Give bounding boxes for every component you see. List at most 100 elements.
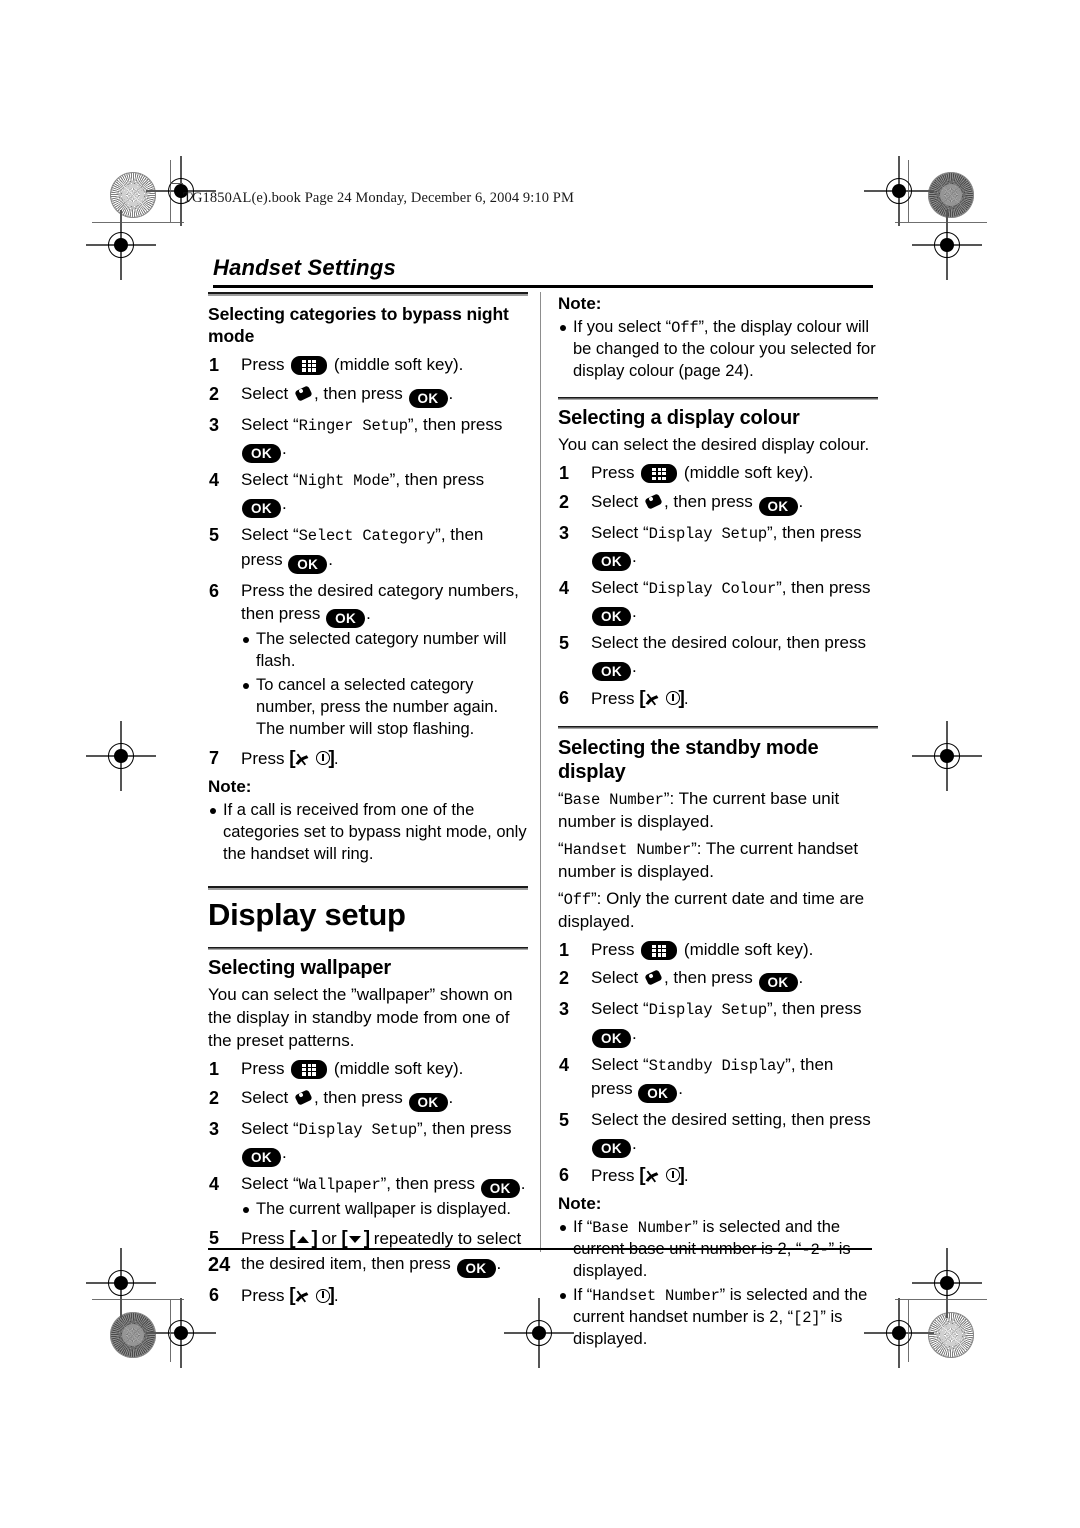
- registration-mark-left-upper: [86, 210, 156, 280]
- middle-soft-key-icon: [641, 464, 678, 484]
- step-item: 3 Select “Ringer Setup”, then press OK.: [208, 413, 528, 463]
- step-text: Press: [591, 1165, 640, 1185]
- step-item: 6 Press [].: [209, 1285, 339, 1307]
- step-text: Select “: [241, 1118, 299, 1138]
- step-text: Press the desired category numbers, then…: [241, 580, 519, 624]
- bullet-item: The current wallpaper is displayed.: [241, 1199, 528, 1221]
- step-text: Press: [591, 688, 640, 708]
- step-text-tail: .: [632, 1133, 637, 1153]
- step-text-tail: .: [678, 1079, 684, 1099]
- menu-item-name: Off: [671, 319, 699, 337]
- step-item: 1 Press (middle soft key).: [558, 461, 878, 484]
- step-text-mid: , then press: [663, 491, 758, 511]
- footer-rule: [208, 1248, 872, 1251]
- ok-key-icon: OK: [326, 609, 366, 629]
- section-heading-standby-display: Selecting the standby mode display: [558, 737, 819, 784]
- step-text: Press: [241, 1059, 290, 1079]
- note-list: If a call is received from one of the ca…: [208, 800, 528, 866]
- handset-settings-icon: [294, 384, 313, 402]
- ok-key-icon: OK: [592, 607, 631, 627]
- note-label: Note:: [558, 294, 602, 313]
- step-text-tail: (middle soft key).: [679, 940, 814, 960]
- registration-mark-bottom-left: [146, 1298, 216, 1368]
- note-item: If “Handset Number” is selected and the …: [558, 1285, 878, 1351]
- file-header-text: TG1850AL(e).book Page 24 Monday, Decembe…: [183, 190, 574, 206]
- step-text: Select “: [591, 577, 649, 597]
- ok-key-icon: OK: [480, 1178, 520, 1198]
- step-text: Select “: [241, 1173, 299, 1193]
- menu-item-name: Display Colour: [648, 579, 777, 598]
- step-text-mid: ”, then press: [407, 414, 503, 434]
- step-number: 4: [209, 1173, 220, 1194]
- step-text-tail: (middle soft key).: [329, 355, 464, 375]
- note-list: If you select “Off”, the display colour …: [558, 317, 878, 383]
- step-text-tail: .: [632, 546, 637, 566]
- step-number: 2: [209, 383, 220, 404]
- step-text: Select “: [591, 522, 649, 542]
- step-text: Press: [241, 748, 290, 768]
- registration-mark-left-lower: [86, 1248, 156, 1318]
- step-text-tail: (middle soft key).: [679, 463, 814, 483]
- step-text: Press: [591, 463, 640, 483]
- step-item: 7 Press [].: [209, 747, 339, 769]
- section-heading-bypass-night-mode: Selecting categories to bypass night mod…: [208, 304, 509, 347]
- bullet-item: To cancel a selected category number, pr…: [241, 675, 528, 741]
- step-number: 2: [559, 491, 570, 512]
- step-text-tail: .: [798, 968, 804, 988]
- step-text: Select “: [591, 1054, 649, 1074]
- ok-key-icon: OK: [592, 1138, 631, 1158]
- step-text-tail: .: [520, 1173, 526, 1193]
- step-text: Press: [241, 355, 290, 375]
- step-number: 2: [209, 1087, 220, 1108]
- step-text-mid: or: [316, 1228, 342, 1248]
- step-text: Select: [591, 968, 643, 988]
- menu-item-name: Handset Number: [563, 841, 692, 860]
- ok-key-icon: OK: [592, 661, 631, 681]
- menu-item-name: Display Setup: [648, 524, 768, 543]
- step-item: 2 Select , then press OK.: [208, 382, 528, 408]
- registration-mark-left-middle: [86, 721, 156, 791]
- ok-key-icon: OK: [592, 1028, 631, 1048]
- ok-key-icon: OK: [242, 499, 281, 519]
- step-item: 1 Press (middle soft key).: [208, 353, 528, 376]
- step-item: 1 Press (middle soft key).: [208, 1057, 528, 1080]
- note-item: If you select “Off”, the display colour …: [558, 317, 878, 383]
- ok-key-icon: OK: [242, 443, 281, 463]
- up-arrow-key-icon: [296, 1233, 311, 1246]
- step-number: 1: [559, 463, 570, 484]
- step-item: 2 Select , then press OK.: [208, 1086, 528, 1112]
- step-item: 1 Press (middle soft key).: [558, 938, 878, 961]
- step-text-tail: .: [632, 656, 637, 676]
- step-number: 5: [559, 1110, 570, 1131]
- step-number: 2: [559, 968, 570, 989]
- density-burst-mark-bottom-right: [928, 1312, 974, 1358]
- step-text: Press: [241, 1228, 290, 1248]
- step-item: 3 Select “Display Setup”, then press OK.: [558, 997, 878, 1048]
- step-text: Select “: [591, 999, 649, 1019]
- middle-soft-key-icon: [291, 356, 328, 376]
- step-item: 3 Select “Display Setup”, then press OK.: [208, 1117, 528, 1167]
- off-power-key-icon: [644, 1167, 680, 1184]
- step-text: Select “: [241, 414, 299, 434]
- density-burst-mark-bottom-left: [110, 1312, 156, 1358]
- step-number: 6: [209, 580, 220, 601]
- step-number: 3: [559, 522, 570, 543]
- ok-key-icon: OK: [638, 1084, 678, 1104]
- note-item: If a call is received from one of the ca…: [208, 800, 528, 866]
- step-number: 6: [209, 1285, 220, 1306]
- running-head-rule: [213, 285, 873, 288]
- menu-item-name: Select Category: [298, 527, 436, 546]
- handset-settings-icon: [644, 969, 663, 987]
- step-text-tail: .: [333, 1286, 339, 1306]
- step-number: 1: [559, 940, 570, 961]
- step-text-tail: .: [366, 604, 371, 624]
- bullet-item: The selected category number will flash.: [241, 629, 528, 673]
- step-text-mid: ”, then press: [380, 1173, 480, 1193]
- ok-key-icon: OK: [408, 1092, 448, 1112]
- running-head-title: Handset Settings: [213, 255, 396, 280]
- density-burst-mark-top-right: [928, 172, 974, 218]
- menu-item-name: Handset Number: [592, 1286, 720, 1305]
- step-item: 4 Select “Night Mode”, then press OK.: [208, 468, 528, 519]
- note-text: If “: [573, 1217, 593, 1236]
- step-item: 6 Press [].: [559, 1164, 689, 1186]
